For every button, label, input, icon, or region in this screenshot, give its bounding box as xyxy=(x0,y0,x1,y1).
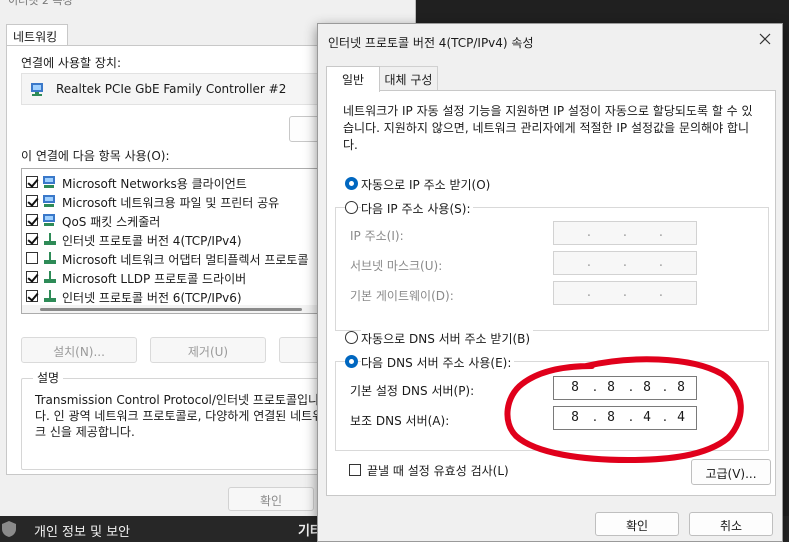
horizontal-scrollbar[interactable] xyxy=(22,305,322,313)
cancel-button[interactable]: 취소 xyxy=(689,512,773,536)
qos-icon xyxy=(43,214,55,226)
dns-octet: 8 xyxy=(607,380,615,395)
items-list[interactable]: Microsoft Networks용 클라이언트 Microsoft 네트워크… xyxy=(21,168,323,314)
list-item[interactable]: 인터넷 프로토콜 버전 4(TCP/IPv4) xyxy=(26,230,322,249)
ip-separator: . xyxy=(622,225,628,240)
list-item[interactable]: Microsoft LLDP 프로토콜 드라이버 xyxy=(26,268,322,287)
item-label: Microsoft Networks용 클라이언트 xyxy=(62,177,247,191)
dns-octet: 8 xyxy=(571,380,579,395)
close-icon[interactable] xyxy=(758,32,772,46)
item-label: 인터넷 프로토콜 버전 4(TCP/IPv4) xyxy=(62,234,242,248)
dns-octet: 8 xyxy=(643,380,651,395)
dialog-title: 인터넷 프로토콜 버전 4(TCP/IPv4) 속성 xyxy=(328,36,534,50)
item-checkbox[interactable] xyxy=(26,233,38,245)
description-title: 설명 xyxy=(33,369,64,386)
dns-octet: 8 xyxy=(571,410,579,425)
dns-octet: 4 xyxy=(643,410,651,425)
item-checkbox[interactable] xyxy=(26,252,38,264)
validate-label[interactable]: 끝낼 때 설정 유효성 검사(L) xyxy=(367,462,509,479)
ip-separator: . xyxy=(586,285,592,300)
intro-text: 네트워크가 IP 자동 설정 기능을 지원하면 IP 설정이 자동으로 할당되도… xyxy=(343,104,753,152)
list-item[interactable]: QoS 패킷 스케줄러 xyxy=(26,211,322,230)
manual-dns-radio[interactable] xyxy=(345,355,358,368)
tab-alternate[interactable]: 대체 구성 xyxy=(380,66,438,90)
ip-separator: . xyxy=(622,285,628,300)
auto-ip-label[interactable]: 자동으로 IP 주소 받기(O) xyxy=(361,176,494,193)
ok-button-left[interactable]: 확인 xyxy=(228,487,314,511)
protocol-icon xyxy=(44,252,56,264)
ip-address-input[interactable]: . . . xyxy=(553,221,697,245)
item-checkbox[interactable] xyxy=(26,271,38,283)
preferred-dns-input[interactable]: 8 . 8 . 8 . 8 xyxy=(553,376,697,400)
preferred-dns-label: 기본 설정 DNS 서버(P): xyxy=(350,384,475,398)
shield-icon xyxy=(2,521,16,537)
item-label: Microsoft LLDP 프로토콜 드라이버 xyxy=(62,272,247,286)
ip-separator: . xyxy=(586,255,592,270)
manual-ip-radio[interactable] xyxy=(345,201,358,214)
gateway-label: 기본 게이트웨이(D): xyxy=(350,289,454,303)
ipv4-properties-dialog: 인터넷 프로토콜 버전 4(TCP/IPv4) 속성 일반 대체 구성 네트워크… xyxy=(317,23,783,542)
network-client-icon xyxy=(43,176,55,188)
tab-networking[interactable]: 네트워킹 xyxy=(6,24,68,46)
device-name: Realtek PCIe GbE Family Controller #2 xyxy=(56,82,287,96)
ip-separator: . xyxy=(622,255,628,270)
auto-dns-label[interactable]: 자동으로 DNS 서버 주소 받기(B) xyxy=(361,330,534,347)
dns-group xyxy=(335,361,769,451)
auto-ip-radio[interactable] xyxy=(345,177,358,190)
item-label: QoS 패킷 스케줄러 xyxy=(62,215,161,229)
tab-general[interactable]: 일반 xyxy=(326,66,380,92)
list-item[interactable]: Microsoft Networks용 클라이언트 xyxy=(26,173,322,192)
description-text: Transmission Control Protocol/인터넷 프로토콜입니… xyxy=(35,393,324,439)
privacy-security-label[interactable]: 개인 정보 및 보안 xyxy=(34,521,130,540)
scrollbar-thumb[interactable] xyxy=(40,308,302,311)
file-share-icon xyxy=(43,195,55,207)
protocol-icon xyxy=(44,233,56,245)
item-checkbox[interactable] xyxy=(26,290,38,302)
dns-octet: 8 xyxy=(677,380,685,395)
advanced-button[interactable]: 고급(V)... xyxy=(691,459,771,485)
manual-ip-label[interactable]: 다음 IP 주소 사용(S): xyxy=(361,200,474,217)
subnet-input[interactable]: . . . xyxy=(553,251,697,275)
ip-separator: . xyxy=(658,285,664,300)
window-title: 이더넷 2 속성 xyxy=(8,0,73,7)
install-button[interactable]: 설치(N)... xyxy=(21,337,137,363)
alternate-dns-input[interactable]: 8 . 8 . 4 . 4 xyxy=(553,406,697,430)
alternate-dns-label: 보조 DNS 서버(A): xyxy=(350,414,450,428)
manual-dns-label[interactable]: 다음 DNS 서버 주소 사용(E): xyxy=(361,354,515,371)
ip-separator: . xyxy=(658,255,664,270)
item-label: Microsoft 네트워크 어댑터 멀티플렉서 프로토콜 xyxy=(62,253,309,267)
auto-dns-radio[interactable] xyxy=(345,331,358,344)
subnet-label: 서브넷 마스크(U): xyxy=(350,259,443,273)
validate-checkbox[interactable] xyxy=(349,464,361,476)
item-checkbox[interactable] xyxy=(26,195,38,207)
item-checkbox[interactable] xyxy=(26,176,38,188)
ok-button[interactable]: 확인 xyxy=(595,512,679,536)
dns-octet: 4 xyxy=(677,410,685,425)
ip-separator: . xyxy=(586,225,592,240)
network-adapter-icon xyxy=(31,83,43,96)
gateway-input[interactable]: . . . xyxy=(553,281,697,305)
item-checkbox[interactable] xyxy=(26,214,38,226)
protocol-icon xyxy=(44,271,56,283)
protocol-icon xyxy=(44,290,56,302)
remove-button[interactable]: 제거(U) xyxy=(150,337,266,363)
connect-using-label: 연결에 사용할 장치: xyxy=(21,56,121,70)
general-panel: 네트워크가 IP 자동 설정 기능을 지원하면 IP 설정이 자동으로 할당되도… xyxy=(326,90,776,496)
list-item[interactable]: Microsoft 네트워크 어댑터 멀티플렉서 프로토콜 xyxy=(26,249,322,268)
item-label: Microsoft 네트워크용 파일 및 프린터 공유 xyxy=(62,196,280,210)
items-label: 이 연결에 다음 항목 사용(O): xyxy=(21,149,170,163)
list-item[interactable]: Microsoft 네트워크용 파일 및 프린터 공유 xyxy=(26,192,322,211)
dns-octet: 8 xyxy=(607,410,615,425)
ip-separator: . xyxy=(658,225,664,240)
ip-address-label: IP 주소(I): xyxy=(350,229,404,243)
